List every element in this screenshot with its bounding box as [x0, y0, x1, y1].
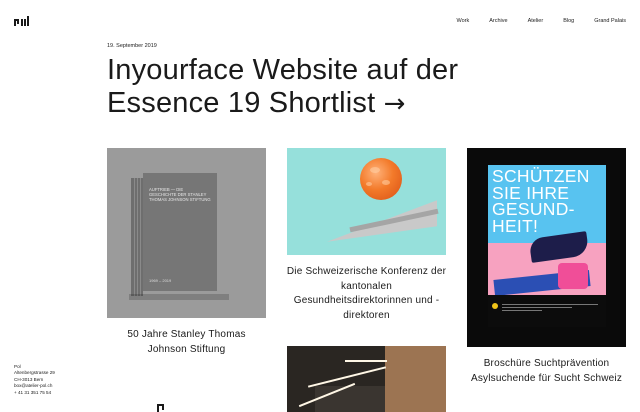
poster-footer: [488, 295, 606, 327]
footer-street: Altenbergstrasse 29: [14, 370, 55, 376]
project-caption-gdk[interactable]: Die Schweizerische Konferenz der kantona…: [282, 265, 451, 323]
project-caption-stanley-thomas-johnson[interactable]: 50 Jahre Stanley Thomas Johnson Stiftung: [107, 328, 266, 357]
poster-headline: SCHÜTZEN SIE IHRE GESUND-HEIT!: [492, 166, 590, 236]
book-cover-years: 1969 – 2019: [149, 278, 172, 283]
nav-item-grand-palais[interactable]: Grand Palais: [594, 18, 626, 24]
poster: SCHÜTZEN SIE IHRE GESUND-HEIT!: [488, 165, 606, 327]
project-image-architecture[interactable]: [287, 346, 446, 412]
pol-logo[interactable]: [14, 16, 30, 26]
poster-logo-icon: [492, 303, 498, 309]
project-image-gdk[interactable]: [287, 148, 446, 255]
book-cover: AUFTRIEB — DIE GESCHICHTE DER STANLEY TH…: [143, 173, 217, 291]
post-date: 19. September 2019: [107, 43, 157, 49]
project-caption-sucht-schweiz[interactable]: Broschüre Suchtprävention Asylsuchende f…: [462, 357, 631, 386]
book-cover-title: AUFTRIEB — DIE GESCHICHTE DER STANLEY TH…: [149, 187, 211, 203]
nav-item-work[interactable]: Work: [457, 18, 470, 24]
footer-address: Pol Altenbergstrasse 29 CH-3013 Bern box…: [14, 364, 55, 396]
footer-phone[interactable]: + 41 31 351 75 54: [14, 390, 55, 396]
nav-item-blog[interactable]: Blog: [563, 18, 574, 24]
nav-item-atelier[interactable]: Atelier: [528, 18, 544, 24]
project-image-stanley-thomas-johnson[interactable]: AUFTRIEB — DIE GESCHICHTE DER STANLEY TH…: [107, 148, 266, 318]
arrow-right-icon: →: [383, 89, 406, 119]
footer-email[interactable]: box@atelier-pol.ch: [14, 383, 55, 389]
featured-post-link[interactable]: Inyourface Website auf der Essence 19 Sh…: [107, 54, 547, 121]
nav-item-archive[interactable]: Archive: [489, 18, 507, 24]
main-nav: Work Archive Atelier Blog Grand Palais: [437, 18, 626, 24]
partial-logo-icon: [157, 404, 164, 412]
project-image-sucht-schweiz[interactable]: SCHÜTZEN SIE IHRE GESUND-HEIT!: [467, 148, 626, 347]
orange-ball: [360, 158, 402, 200]
